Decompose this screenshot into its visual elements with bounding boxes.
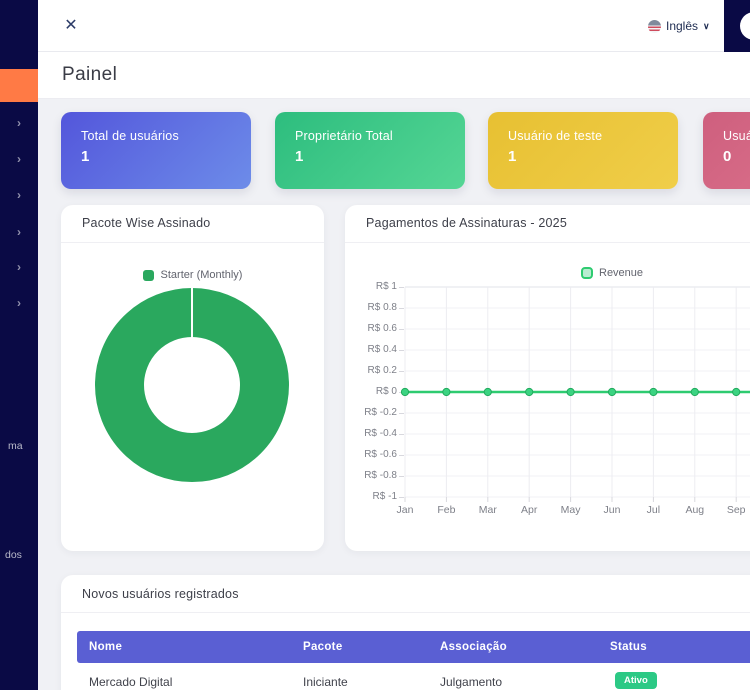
table-column-header: Pacote — [303, 641, 343, 653]
sidebar: › › › › › › ma dos — [0, 0, 38, 690]
chevron-right-icon[interactable]: › — [0, 259, 38, 275]
chevron-right-icon[interactable]: › — [0, 187, 38, 203]
us-flag-icon — [648, 19, 661, 33]
sidebar-clipped-label: dos — [5, 549, 22, 561]
stat-card-total-usuarios: Total de usuários 1 — [61, 112, 251, 189]
y-axis-tick-label: R$ -0.6 — [364, 449, 397, 460]
y-axis-tick-label: R$ 0.6 — [367, 323, 397, 334]
new-users-table-card: Novos usuários registrados Nome Pacote Ass… — [61, 575, 750, 690]
close-icon[interactable]: ✕ — [61, 16, 81, 36]
card-title: Novos usuários registrados — [82, 587, 239, 601]
sidebar-active-item[interactable] — [0, 69, 38, 102]
table-cell: Mercado Digital — [89, 675, 173, 689]
y-axis-tick — [399, 434, 404, 435]
stat-card-value: 0 — [723, 148, 732, 165]
chevron-right-icon[interactable]: › — [0, 224, 38, 240]
table-column-header: Associação — [440, 641, 507, 653]
table-cell: Julgamento — [440, 675, 503, 689]
y-axis-tick-label: R$ 0.4 — [367, 344, 397, 355]
divider — [345, 242, 750, 243]
y-axis-tick — [399, 329, 404, 330]
chevron-right-icon[interactable]: › — [0, 151, 38, 167]
y-axis-tick — [399, 287, 404, 288]
stat-card-proprietario-total: Proprietário Total 1 — [275, 112, 465, 189]
y-axis-tick-label: R$ -0.8 — [364, 470, 397, 481]
y-axis-tick-label: R$ -0.2 — [364, 407, 397, 418]
y-axis-tick-label: R$ -0.4 — [364, 428, 397, 439]
y-axis-tick — [399, 476, 404, 477]
y-axis-tick — [399, 497, 404, 498]
language-label: Inglês — [666, 19, 699, 33]
donut-chart — [95, 287, 289, 482]
stat-card-label: Usuá — [723, 129, 750, 143]
y-axis-tick-label: R$ 0.2 — [367, 365, 397, 376]
donut-chart-card: Pacote Wise Assinado Starter (Monthly) — [61, 205, 324, 551]
table-column-header: Status — [610, 641, 647, 653]
divider — [61, 612, 750, 613]
legend-label: Revenue — [599, 267, 644, 279]
y-axis-tick-label: R$ 0.8 — [367, 302, 397, 313]
y-axis-tick — [399, 308, 404, 309]
card-title: Pagamentos de Assinaturas - 2025 — [366, 216, 567, 230]
language-selector[interactable]: Inglês ∨ — [648, 17, 710, 35]
chevron-down-icon: ∨ — [703, 20, 710, 31]
user-menu-block — [724, 0, 750, 52]
y-axis-tick — [399, 371, 404, 372]
chevron-right-icon[interactable]: › — [0, 115, 38, 131]
avatar[interactable] — [740, 12, 750, 40]
y-axis-tick-label: R$ 1 — [375, 281, 397, 292]
card-title: Pacote Wise Assinado — [82, 216, 211, 230]
page-title: Painel — [62, 64, 118, 85]
table-header-row: Nome Pacote Associação Status — [77, 631, 750, 663]
table-cell: Iniciante — [303, 675, 348, 689]
status-badge: Ativo — [615, 672, 657, 689]
stat-card-value: 1 — [508, 148, 517, 165]
legend-swatch-icon — [581, 267, 593, 279]
stat-card-label: Proprietário Total — [295, 129, 393, 143]
stat-card-value: 1 — [295, 148, 304, 165]
y-axis-tick — [399, 413, 404, 414]
line-chart-plot — [400, 286, 750, 502]
y-axis-tick-label: R$ -1 — [372, 491, 397, 502]
stat-card-clipped: Usuá 0 — [703, 112, 750, 189]
stat-card-label: Total de usuários — [81, 129, 179, 143]
stat-card-usuario-teste: Usuário de teste 1 — [488, 112, 678, 189]
stat-card-value: 1 — [81, 148, 90, 165]
line-legend-item[interactable]: Revenue — [581, 267, 643, 279]
line-chart-card: Pagamentos de Assinaturas - 2025 Revenue… — [345, 205, 750, 551]
table-column-header: Nome — [89, 641, 123, 653]
chevron-right-icon[interactable]: › — [0, 295, 38, 311]
sidebar-clipped-label: ma — [8, 440, 23, 452]
y-axis-tick-label: R$ 0 — [375, 386, 397, 397]
topbar: ✕ Inglês ∨ — [38, 0, 724, 52]
page-header: Painel — [38, 52, 750, 99]
stat-card-label: Usuário de teste — [508, 129, 603, 143]
y-axis-tick — [399, 455, 404, 456]
y-axis-tick — [399, 350, 404, 351]
